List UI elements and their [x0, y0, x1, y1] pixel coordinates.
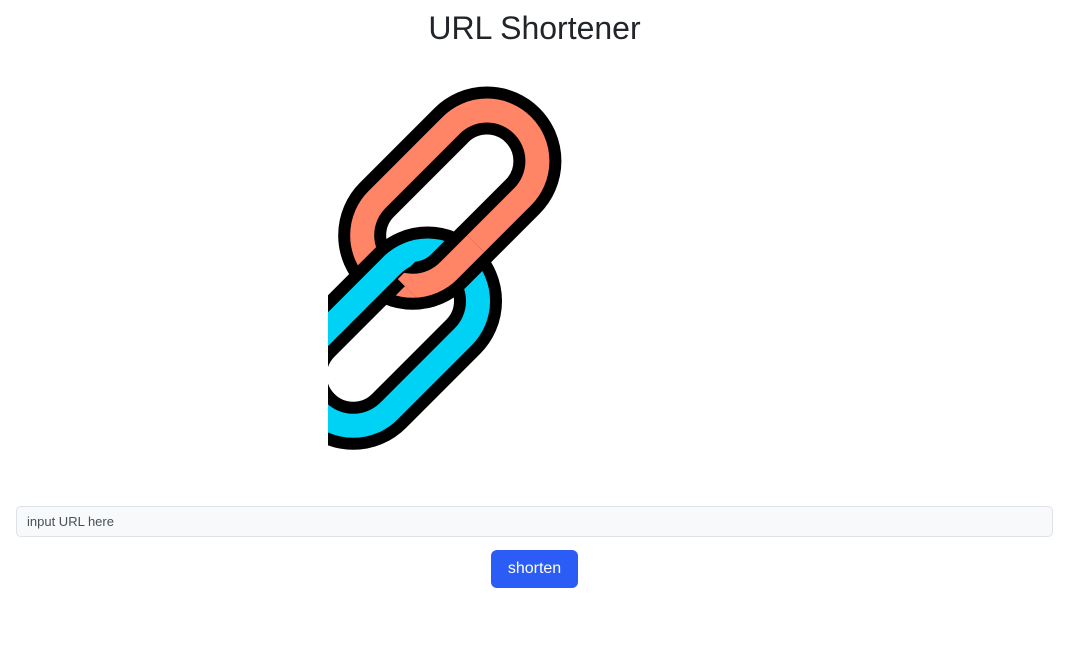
- chain-link-icon: [328, 58, 742, 472]
- page-title: URL Shortener: [428, 10, 641, 46]
- url-input[interactable]: [16, 506, 1053, 537]
- shorten-button[interactable]: shorten: [491, 550, 578, 588]
